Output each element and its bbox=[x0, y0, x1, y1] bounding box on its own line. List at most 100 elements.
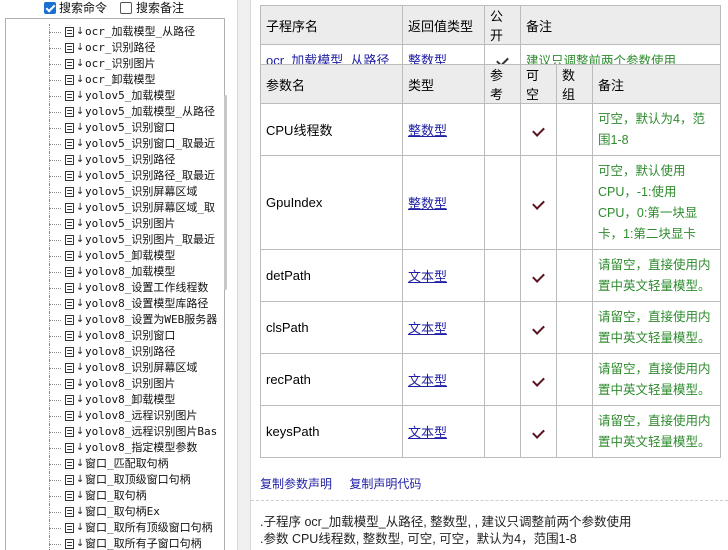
param-name[interactable]: detPath bbox=[260, 249, 403, 302]
param-reference-cell bbox=[484, 301, 521, 354]
tree-item-label: yolov5_识别路径 bbox=[85, 153, 176, 166]
param-type[interactable]: 整数型 bbox=[402, 103, 485, 156]
arrow-down-icon: ↓ bbox=[76, 394, 85, 405]
arrow-down-icon: ↓ bbox=[76, 154, 85, 165]
tree-item[interactable]: ↓ yolov8_识别窗口 bbox=[6, 328, 224, 344]
code-line-2: .参数 CPU线程数, 整数型, 可空, 可空，默认为4，范围1-8 bbox=[260, 532, 577, 546]
search-note-label[interactable]: 搜索备注 bbox=[136, 1, 184, 16]
tree-item[interactable]: ↓ yolov8_设置工作线程数 bbox=[6, 280, 224, 296]
tree-item[interactable]: ↓ ocr_卸载模型 bbox=[6, 72, 224, 88]
search-command-label[interactable]: 搜索命令 bbox=[59, 1, 107, 16]
tree-item[interactable]: ↓ ocr_识别图片 bbox=[6, 56, 224, 72]
parameter-row[interactable]: GpuIndex 整数型 可空，默认使用CPU，-1:使用CPU，0:第一块显卡，1… bbox=[260, 155, 721, 250]
param-type[interactable]: 文本型 bbox=[402, 301, 485, 354]
tree-item[interactable]: ↓ 窗口_取所有子窗口句柄 bbox=[6, 536, 224, 550]
arrow-down-icon: ↓ bbox=[76, 74, 85, 85]
tree-connector bbox=[49, 344, 63, 360]
parameter-row[interactable]: CPU线程数 整数型 可空，默认为4，范围1-8 bbox=[260, 103, 721, 156]
parameter-row[interactable]: detPath 文本型 请留空，直接使用内置中英文轻量模型。 bbox=[260, 249, 721, 302]
tree-item-label: yolov8_加载模型 bbox=[85, 265, 176, 278]
copy-declaration-link[interactable]: 复制参数声明 bbox=[260, 477, 332, 491]
tree-item[interactable]: ↓ 窗口_匹配取句柄 bbox=[6, 456, 224, 472]
tree-item[interactable]: ↓ yolov5_识别屏幕区域 bbox=[6, 184, 224, 200]
tree-item[interactable]: ↓ yolov5_识别图片 bbox=[6, 216, 224, 232]
tree-item[interactable]: ↓ 窗口_取顶级窗口句柄 bbox=[6, 472, 224, 488]
parameter-row[interactable]: keysPath 文本型 请留空，直接使用内置中英文轻量模型。 bbox=[260, 405, 721, 458]
tree-connector bbox=[49, 456, 63, 472]
tree-item[interactable]: ↓ ocr_识别路径 bbox=[6, 40, 224, 56]
tree-item[interactable]: ↓ yolov5_加载模型_从路径 bbox=[6, 104, 224, 120]
tree-item-label: 窗口_取顶级窗口句柄 bbox=[85, 473, 191, 486]
tree-item[interactable]: ↓ yolov5_识别路径_取最近 bbox=[6, 168, 224, 184]
command-tree-list: ↓ ocr_加载模型_从路径 ↓ ocr_识别路径 ↓ ocr_识别图片 ↓ ocr_卸载模型… bbox=[6, 24, 224, 550]
tree-connector bbox=[49, 136, 63, 152]
tree-item-label: yolov8_指定模型参数 bbox=[85, 441, 198, 454]
copy-code-link[interactable]: 复制声明代码 bbox=[349, 477, 421, 491]
tree-item[interactable]: ↓ yolov8_设置模型库路径 bbox=[6, 296, 224, 312]
tree-item[interactable]: ↓ yolov5_识别图片_取最近 bbox=[6, 232, 224, 248]
document-icon bbox=[65, 123, 74, 133]
parameter-row[interactable]: clsPath 文本型 请留空，直接使用内置中英文轻量模型。 bbox=[260, 301, 721, 354]
tree-item[interactable]: ↓ yolov8_识别路径 bbox=[6, 344, 224, 360]
tree-connector bbox=[49, 408, 63, 424]
tree-item[interactable]: ↓ 窗口_取句柄 bbox=[6, 488, 224, 504]
param-name[interactable]: recPath bbox=[260, 353, 403, 406]
document-icon bbox=[65, 267, 74, 277]
param-reference-cell bbox=[484, 405, 521, 458]
tree-item[interactable]: ↓ yolov8_卸载模型 bbox=[6, 392, 224, 408]
parameter-row[interactable]: recPath 文本型 请留空，直接使用内置中英文轻量模型。 bbox=[260, 353, 721, 406]
param-name[interactable]: GpuIndex bbox=[260, 155, 403, 250]
tree-connector bbox=[49, 376, 63, 392]
param-reference-cell bbox=[484, 353, 521, 406]
document-icon bbox=[65, 363, 74, 373]
param-name[interactable]: keysPath bbox=[260, 405, 403, 458]
param-nullable-cell bbox=[520, 249, 557, 302]
tree-connector bbox=[49, 120, 63, 136]
tree-item[interactable]: ↓ yolov8_加载模型 bbox=[6, 264, 224, 280]
tree-item[interactable]: ↓ yolov8_远程识别图片 bbox=[6, 408, 224, 424]
tree-item[interactable]: ↓ yolov8_设置为WEB服务器 bbox=[6, 312, 224, 328]
param-name[interactable]: clsPath bbox=[260, 301, 403, 354]
panel-splitter[interactable] bbox=[237, 0, 251, 550]
tree-connector bbox=[49, 24, 63, 40]
tree-item[interactable]: ↓ 窗口_取所有顶级窗口句柄 bbox=[6, 520, 224, 536]
tree-item[interactable]: ↓ yolov8_识别屏幕区域 bbox=[6, 360, 224, 376]
arrow-down-icon: ↓ bbox=[76, 538, 85, 549]
tree-item[interactable]: ↓ yolov5_识别路径 bbox=[6, 152, 224, 168]
param-array-cell bbox=[556, 103, 593, 156]
tree-connector bbox=[49, 328, 63, 344]
tree-item-label: yolov8_识别屏幕区域 bbox=[85, 361, 198, 374]
tree-item[interactable]: ↓ 窗口_取句柄Ex bbox=[6, 504, 224, 520]
tree-item[interactable]: ↓ yolov5_加载模型 bbox=[6, 88, 224, 104]
tree-connector bbox=[49, 520, 63, 536]
tree-item[interactable]: ↓ yolov5_卸载模型 bbox=[6, 248, 224, 264]
parameter-rows: CPU线程数 整数型 可空，默认为4，范围1-8 GpuIndex 整数型 可空，默认使用… bbox=[260, 103, 721, 458]
param-type[interactable]: 文本型 bbox=[402, 249, 485, 302]
param-type[interactable]: 文本型 bbox=[402, 353, 485, 406]
check-icon bbox=[532, 426, 545, 439]
document-icon bbox=[65, 475, 74, 485]
arrow-down-icon: ↓ bbox=[76, 202, 85, 213]
tree-item[interactable]: ↓ yolov5_识别窗口_取最近 bbox=[6, 136, 224, 152]
tree-item[interactable]: ↓ yolov8_识别图片 bbox=[6, 376, 224, 392]
tree-item[interactable]: ↓ ocr_加载模型_从路径 bbox=[6, 24, 224, 40]
tree-item-label: yolov8_识别路径 bbox=[85, 345, 176, 358]
arrow-down-icon: ↓ bbox=[76, 106, 85, 117]
param-type[interactable]: 文本型 bbox=[402, 405, 485, 458]
search-note-checkbox[interactable] bbox=[120, 2, 132, 14]
document-icon bbox=[65, 411, 74, 421]
param-name[interactable]: CPU线程数 bbox=[260, 103, 403, 156]
tree-scrollbar[interactable] bbox=[224, 95, 227, 290]
param-type[interactable]: 整数型 bbox=[402, 155, 485, 250]
param-note: 可空，默认为4，范围1-8 bbox=[592, 103, 721, 156]
tree-item[interactable]: ↓ yolov8_远程识别图片Bas bbox=[6, 424, 224, 440]
document-icon bbox=[65, 59, 74, 69]
arrow-down-icon: ↓ bbox=[76, 234, 85, 245]
tree-item[interactable]: ↓ yolov8_指定模型参数 bbox=[6, 440, 224, 456]
tree-connector bbox=[49, 360, 63, 376]
search-command-checkbox[interactable] bbox=[44, 2, 56, 14]
tree-item[interactable]: ↓ yolov5_识别窗口 bbox=[6, 120, 224, 136]
document-icon bbox=[65, 523, 74, 533]
header-param-reference: 参考 bbox=[484, 64, 521, 104]
tree-item[interactable]: ↓ yolov5_识别屏幕区域_取 bbox=[6, 200, 224, 216]
